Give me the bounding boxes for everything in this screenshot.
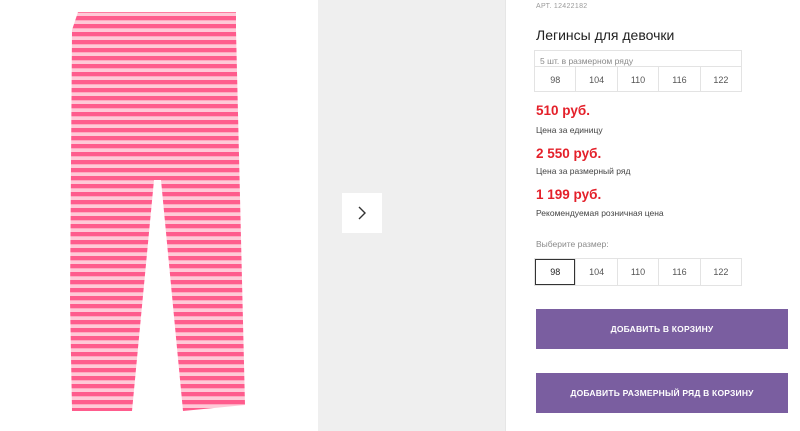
gallery-side-panel <box>318 0 505 431</box>
pack-size: 116 <box>658 67 699 92</box>
pack-sizes-box: 5 шт. в размерном ряду 98 104 110 116 12… <box>534 50 742 92</box>
retail-price-label: Рекомендуемая розничная цена <box>536 208 664 218</box>
size-option-104[interactable]: 104 <box>575 259 616 285</box>
divider <box>505 0 506 431</box>
product-gallery <box>0 0 318 431</box>
pack-size: 98 <box>550 74 561 85</box>
add-to-cart-button[interactable]: ДОБАВИТЬ В КОРЗИНУ <box>536 309 788 349</box>
product-image <box>70 12 245 411</box>
article-number: АРТ. 12422182 <box>536 3 588 10</box>
chevron-right-icon <box>358 206 366 220</box>
pack-label: 5 шт. в размерном ряду <box>540 56 634 66</box>
size-select-label: Выберите размер: <box>536 239 609 249</box>
pack-size: 104 <box>575 67 616 92</box>
add-pack-to-cart-button[interactable]: ДОБАВИТЬ РАЗМЕРНЫЙ РЯД В КОРЗИНУ <box>536 373 788 413</box>
pack-size: 122 <box>699 67 741 92</box>
pack-sizes-row: 98 104 110 116 122 <box>535 66 741 92</box>
pack-size: 110 <box>616 67 658 92</box>
size-option-122[interactable]: 122 <box>699 259 741 285</box>
next-image-button[interactable] <box>342 193 382 233</box>
pack-price-label: Цена за размерный ряд <box>536 166 631 176</box>
retail-price: 1 199 руб. <box>536 187 602 202</box>
unit-price-label: Цена за единицу <box>536 125 603 135</box>
size-option-98[interactable]: 98 <box>535 259 576 285</box>
size-option-116[interactable]: 116 <box>658 259 699 285</box>
unit-price: 510 руб. <box>536 103 590 118</box>
size-option-110[interactable]: 110 <box>616 259 658 285</box>
size-selector: 98 104 110 116 122 <box>534 258 742 286</box>
product-title: Легинсы для девочки <box>536 27 675 43</box>
pack-price: 2 550 руб. <box>536 146 602 161</box>
